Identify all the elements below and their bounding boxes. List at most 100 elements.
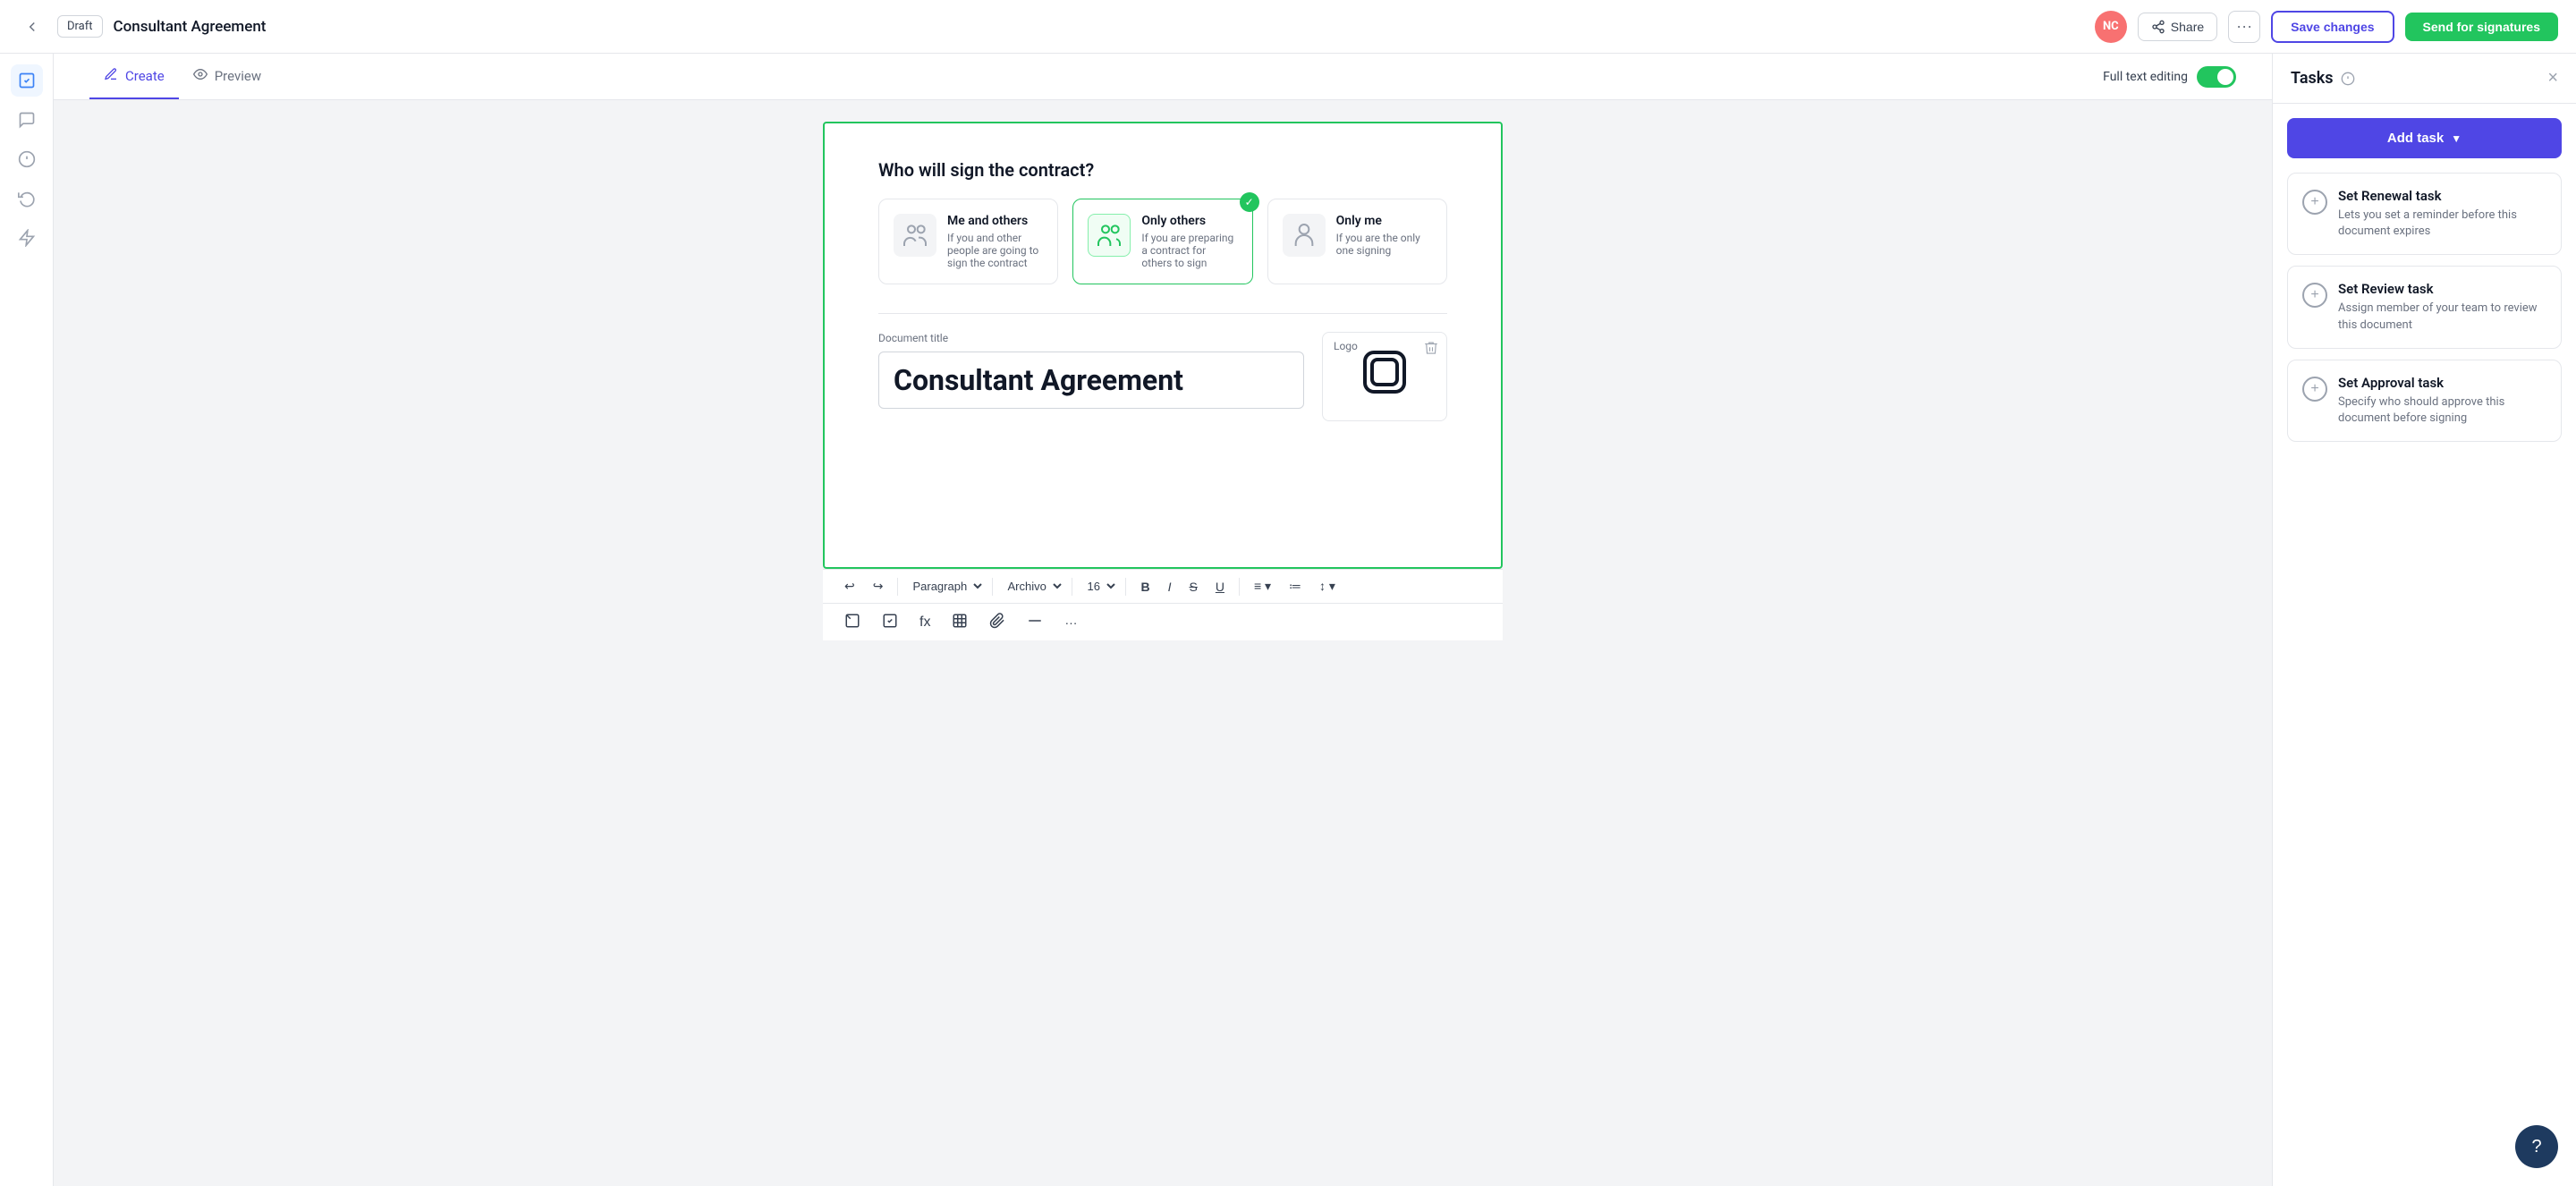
size-select[interactable]: 16 — [1080, 575, 1118, 597]
task-review-info: Set Review task Assign member of your te… — [2338, 281, 2546, 333]
save-changes-button[interactable]: Save changes — [2271, 11, 2394, 43]
task-add-renewal-button[interactable]: + — [2302, 190, 2327, 215]
signing-option-only-others[interactable]: Only others If you are preparing a contr… — [1072, 199, 1252, 284]
toolbar-separator-5 — [1239, 578, 1240, 596]
share-button[interactable]: Share — [2138, 13, 2217, 41]
main-layout: Create Preview Full text editing — [0, 54, 2576, 1186]
section-divider — [878, 313, 1447, 314]
strikethrough-button[interactable]: S — [1182, 576, 1204, 597]
panel-header: Tasks × — [2273, 54, 2576, 104]
only-others-title: Only others — [1141, 214, 1237, 228]
task-approval-title: Set Approval task — [2338, 375, 2546, 391]
only-others-desc: If you are preparing a contract for othe… — [1141, 232, 1237, 269]
tab-create-label: Create — [125, 68, 165, 84]
full-text-label: Full text editing — [2103, 70, 2188, 84]
task-item-renewal: + Set Renewal task Lets you set a remind… — [2287, 173, 2562, 255]
signing-option-me-and-others[interactable]: Me and others If you and other people ar… — [878, 199, 1058, 284]
signing-option-only-me[interactable]: Only me If you are the only one signing — [1267, 199, 1447, 284]
full-text-toggle-switch[interactable] — [2197, 66, 2236, 88]
signing-question: Who will sign the contract? — [878, 159, 1447, 181]
task-approval-info: Set Approval task Specify who should app… — [2338, 375, 2546, 427]
tab-preview[interactable]: Preview — [179, 54, 275, 99]
editor-toolbar-1: ↩ ↪ Paragraph Heading 1 Heading 2 Archiv… — [823, 569, 1503, 603]
chevron-down-icon: ▼ — [2451, 132, 2462, 145]
selected-checkmark: ✓ — [1240, 192, 1259, 212]
tasks-panel: Tasks × Add task ▼ + Set Renewal task Le… — [2272, 54, 2576, 1186]
bold-button[interactable]: B — [1133, 576, 1157, 597]
task-add-approval-button[interactable]: + — [2302, 377, 2327, 402]
underline-button[interactable]: U — [1208, 576, 1232, 597]
task-renewal-desc: Lets you set a reminder before this docu… — [2338, 208, 2546, 240]
line-height-button[interactable]: ↕ ▾ — [1312, 575, 1343, 597]
signing-section: Who will sign the contract? Me and other… — [878, 159, 1447, 284]
only-me-desc: If you are the only one signing — [1336, 232, 1432, 257]
divider-button[interactable] — [1020, 609, 1050, 635]
font-select[interactable]: Archivo — [1000, 575, 1064, 597]
me-and-others-text: Me and others If you and other people ar… — [947, 214, 1043, 269]
tabs-bar: Create Preview Full text editing — [54, 54, 2272, 100]
sidebar-icon-bolt[interactable] — [11, 222, 43, 254]
toolbar-separator-1 — [897, 578, 898, 596]
add-task-button[interactable]: Add task ▼ — [2287, 118, 2562, 158]
only-others-icon — [1088, 214, 1131, 257]
info-icon — [2341, 72, 2355, 86]
tab-create[interactable]: Create — [89, 54, 179, 99]
center-content: Create Preview Full text editing — [54, 54, 2272, 1186]
document-title-label: Document title — [878, 332, 1304, 344]
document-title-field[interactable]: Consultant Agreement — [878, 352, 1304, 409]
sidebar-icon-checklist[interactable] — [11, 64, 43, 97]
app-header: Draft Consultant Agreement NC Share ··· … — [0, 0, 2576, 54]
list-button[interactable]: ≔ — [1282, 575, 1309, 597]
document-wrapper: Who will sign the contract? Me and other… — [823, 122, 1503, 640]
me-and-others-icon — [894, 214, 936, 257]
task-item-review: + Set Review task Assign member of your … — [2287, 266, 2562, 348]
logo-label: Logo — [1334, 340, 1358, 352]
help-button[interactable]: ? — [2515, 1125, 2558, 1168]
draft-badge: Draft — [57, 15, 103, 38]
paragraph-select[interactable]: Paragraph Heading 1 Heading 2 — [905, 575, 985, 597]
align-button[interactable]: ≡ ▾ — [1247, 575, 1278, 597]
logo-preview-icon — [1361, 349, 1408, 404]
pencil-icon — [104, 67, 118, 85]
undo-button[interactable]: ↩ — [837, 575, 862, 597]
left-sidebar — [0, 54, 54, 1186]
attachment-button[interactable] — [982, 609, 1013, 635]
task-review-title: Set Review task — [2338, 281, 2546, 297]
eye-icon — [193, 67, 208, 85]
panel-close-button[interactable]: × — [2547, 68, 2558, 89]
italic-button[interactable]: I — [1161, 576, 1179, 597]
document-card: Who will sign the contract? Me and other… — [823, 122, 1503, 569]
signing-options: Me and others If you and other people ar… — [878, 199, 1447, 284]
logo-delete-button[interactable] — [1423, 340, 1439, 360]
tab-preview-label: Preview — [215, 68, 261, 84]
document-title: Consultant Agreement — [114, 18, 2084, 36]
task-approval-desc: Specify who should approve this document… — [2338, 394, 2546, 427]
formula-button[interactable]: fx — [912, 611, 937, 634]
sidebar-icon-info[interactable] — [11, 143, 43, 175]
sidebar-icon-comment[interactable] — [11, 104, 43, 136]
panel-body: Add task ▼ + Set Renewal task Lets you s… — [2273, 104, 2576, 467]
only-me-text: Only me If you are the only one signing — [1336, 214, 1432, 257]
logo-title-row: Document title Consultant Agreement Logo — [878, 332, 1447, 421]
checkbox-button[interactable] — [875, 609, 905, 635]
redo-button[interactable]: ↪ — [866, 575, 891, 597]
title-side: Document title Consultant Agreement — [878, 332, 1304, 409]
logo-box[interactable]: Logo — [1322, 332, 1447, 421]
only-me-icon — [1283, 214, 1326, 257]
task-renewal-title: Set Renewal task — [2338, 188, 2546, 204]
toolbar-separator-4 — [1125, 578, 1126, 596]
resize-button[interactable] — [837, 609, 868, 635]
back-button[interactable] — [18, 13, 47, 41]
task-item-approval: + Set Approval task Specify who should a… — [2287, 360, 2562, 442]
more-toolbar-button[interactable]: ··· — [1057, 612, 1084, 633]
more-options-button[interactable]: ··· — [2228, 11, 2260, 43]
task-add-review-button[interactable]: + — [2302, 283, 2327, 308]
me-and-others-title: Me and others — [947, 214, 1043, 228]
me-and-others-desc: If you and other people are going to sig… — [947, 232, 1043, 269]
table-button[interactable] — [945, 609, 975, 635]
full-text-toggle-area: Full text editing — [2103, 66, 2236, 88]
sidebar-icon-history[interactable] — [11, 182, 43, 215]
send-for-signatures-button[interactable]: Send for signatures — [2405, 13, 2558, 41]
only-me-title: Only me — [1336, 214, 1432, 228]
panel-title: Tasks — [2291, 69, 2355, 88]
